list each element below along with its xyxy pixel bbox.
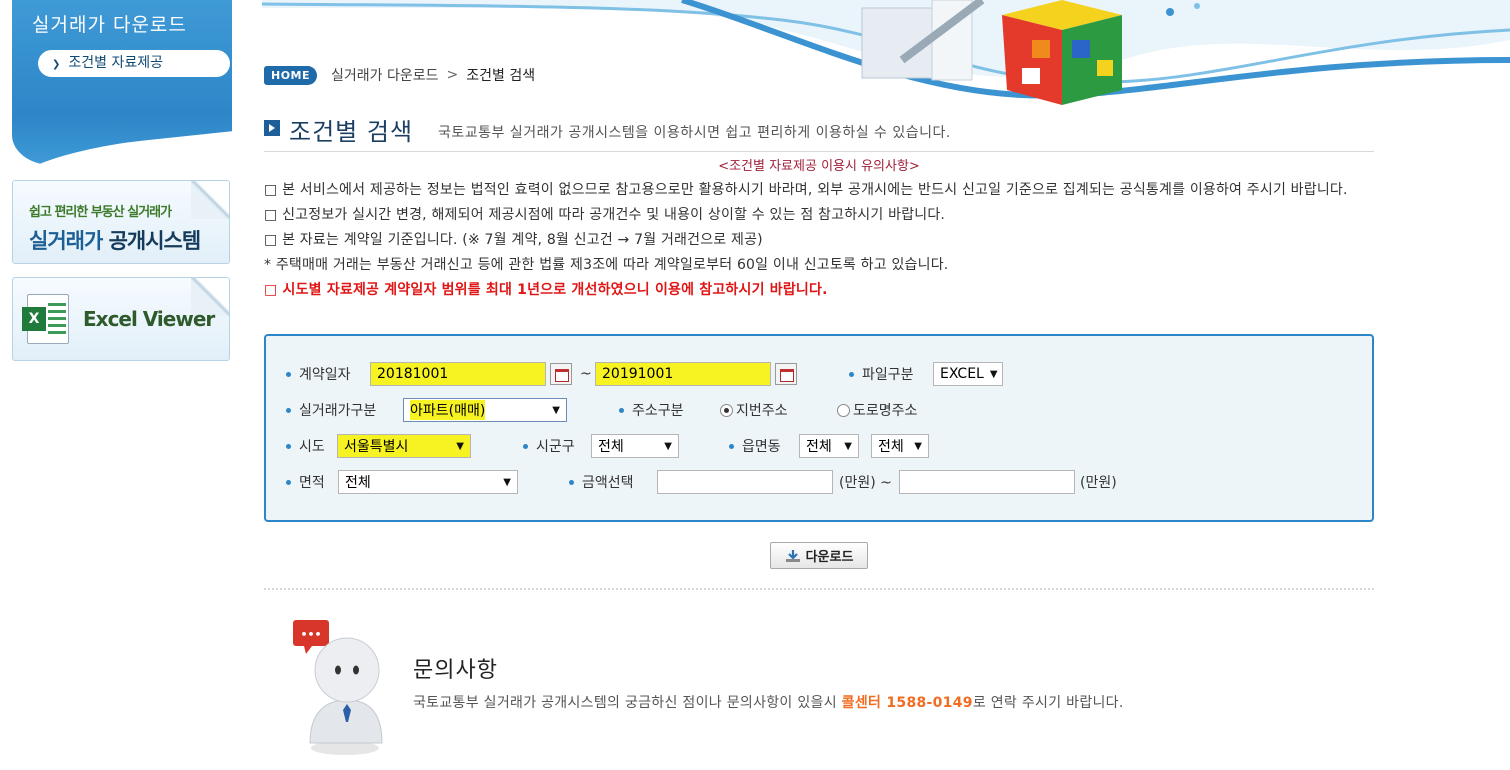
chevron-right-icon: ❯ <box>52 59 61 70</box>
bullet-icon <box>286 443 291 449</box>
sido-label: 시도 <box>286 433 325 459</box>
deal-type-select[interactable]: 아파트(매매) ▼ <box>403 398 567 422</box>
banner-title: 실거래가 공개시스템 <box>29 229 201 253</box>
dropdown-arrow-icon: ▼ <box>552 404 560 416</box>
bullet-icon <box>849 371 854 377</box>
breadcrumb-level1[interactable]: 실거래가 다운로드 <box>331 65 439 85</box>
sidebar-menu-panel: 실거래가 다운로드 ❯ 조건별 자료제공 <box>12 0 232 165</box>
ri-select[interactable]: 전체 ▼ <box>871 434 929 458</box>
dropdown-arrow-icon: ▼ <box>844 440 852 452</box>
system-banner-link[interactable]: 쉽고 편리한 부동산 실거래가 실거래가 공개시스템 <box>12 180 230 264</box>
sigungu-label: 시군구 <box>523 433 575 459</box>
form-row-date: 계약일자 20181001 ~ 20191001 파일구분 EXCEL ▼ <box>266 361 1372 387</box>
sidebar-item-label: 조건별 자료제공 <box>68 55 164 71</box>
amount-to-input[interactable] <box>899 470 1075 494</box>
amount-unit-from: (만원) ~ <box>839 475 892 491</box>
address-radio-jibun[interactable]: 지번주소 <box>720 397 788 423</box>
sido-select[interactable]: 서울특별시 ▼ <box>337 434 471 458</box>
breadcrumb-separator: > <box>446 67 459 83</box>
dropdown-arrow-icon: ▼ <box>989 368 998 380</box>
page-title: 조건별 검색 <box>289 118 414 146</box>
file-type-label: 파일구분 <box>849 361 914 387</box>
amount-label: 금액선택 <box>569 469 634 495</box>
breadcrumb: HOME 실거래가 다운로드 > 조건별 검색 <box>264 64 535 86</box>
eupmyeondong-select[interactable]: 전체 ▼ <box>799 434 859 458</box>
support-mascot-icon: ••• <box>290 618 385 758</box>
sidebar: 실거래가 다운로드 ❯ 조건별 자료제공 쉽고 편리한 부동산 실거래가 실거래가… <box>0 0 240 770</box>
sidebar-item-condition-download[interactable]: ❯ 조건별 자료제공 <box>38 50 230 77</box>
dropdown-arrow-icon: ▼ <box>664 440 672 452</box>
excel-viewer-banner-link[interactable]: X Excel Viewer <box>12 277 230 361</box>
page-description: 국토교통부 실거래가 공개시스템을 이용하시면 쉽고 편리하게 이용하실 수 있… <box>438 125 951 141</box>
bullet-icon <box>286 407 291 413</box>
radio-selected-icon[interactable] <box>720 403 733 417</box>
header-decoration <box>262 0 1510 110</box>
bullet-icon <box>729 443 734 449</box>
contact-text: 국토교통부 실거래가 공개시스템의 궁금하신 점이나 문의사항이 있을시 콜센터… <box>413 695 1124 711</box>
bullet-icon <box>286 371 291 377</box>
form-row-area-amount: 면적 전체 ▼ 금액선택 (만원) ~ (만원) <box>266 469 1372 495</box>
contact-title: 문의사항 <box>413 658 498 683</box>
notice-item: □ 본 자료는 계약일 기준입니다. (※ 7월 계약, 8월 신고건 → 7월… <box>264 232 763 248</box>
download-button[interactable]: 다운로드 <box>770 542 868 569</box>
banner-label: Excel Viewer <box>83 307 215 331</box>
breadcrumb-current: 조건별 검색 <box>466 68 536 84</box>
eupmyeondong-label: 읍면동 <box>729 433 781 459</box>
amount-unit-to: (만원) <box>1080 475 1117 491</box>
area-label: 면적 <box>286 469 325 495</box>
contract-date-label: 계약일자 <box>286 361 351 387</box>
excel-icon: X <box>22 294 69 344</box>
deal-type-label: 실거래가구분 <box>286 397 376 423</box>
dropdown-arrow-icon: ▼ <box>456 440 464 452</box>
form-row-region: 시도 서울특별시 ▼ 시군구 전체 ▼ 읍면동 전체 ▼ 전체 ▼ <box>266 433 1372 459</box>
calendar-icon[interactable] <box>550 363 572 385</box>
chat-bubble-dots: ••• <box>300 628 321 641</box>
address-radio-road[interactable]: 도로명주소 <box>837 397 917 423</box>
file-type-select[interactable]: EXCEL ▼ <box>933 362 1003 386</box>
notice-item: □ 신고정보가 실시간 변경, 해제되어 제공시점에 따라 공개건수 및 내용이… <box>264 207 946 223</box>
download-icon <box>785 549 801 563</box>
bullet-icon <box>619 407 624 413</box>
home-link[interactable]: HOME <box>264 65 318 85</box>
title-arrow-icon <box>264 120 280 136</box>
notice-item: □ 본 서비스에서 제공하는 정보는 법적인 효력이 없으므로 참고용으로만 활… <box>264 182 1348 198</box>
bullet-icon <box>286 479 291 485</box>
area-select[interactable]: 전체 ▼ <box>338 470 518 494</box>
search-form: 계약일자 20181001 ~ 20191001 파일구분 EXCEL ▼ 실거래… <box>264 334 1374 522</box>
date-from-input[interactable]: 20181001 <box>370 362 546 386</box>
building-sketch-icon <box>861 0 985 81</box>
sidebar-title: 실거래가 다운로드 <box>32 14 187 36</box>
section-divider <box>264 588 1374 590</box>
download-button-label: 다운로드 <box>805 550 854 565</box>
call-center-number: 콜센터 1588-0149 <box>841 695 973 711</box>
page-fold-icon <box>191 181 229 219</box>
bullet-icon <box>523 443 528 449</box>
bullet-icon <box>569 479 574 485</box>
banner-tagline: 쉽고 편리한 부동산 실거래가 <box>29 205 172 220</box>
calendar-icon[interactable] <box>775 363 797 385</box>
dropdown-arrow-icon: ▼ <box>503 476 511 488</box>
rubiks-cube-icon <box>1002 0 1122 105</box>
sigungu-select[interactable]: 전체 ▼ <box>591 434 679 458</box>
date-to-input[interactable]: 20191001 <box>595 362 771 386</box>
notice-list: □ 본 서비스에서 제공하는 정보는 법적인 효력이 없으므로 참고용으로만 활… <box>264 178 1374 303</box>
form-row-type: 실거래가구분 아파트(매매) ▼ 주소구분 지번주소 도로명주소 <box>266 397 1372 423</box>
notice-highlight: □ 시도별 자료제공 계약일자 범위를 최대 1년으로 개선하였으니 이용에 참… <box>264 282 828 298</box>
title-row: 조건별 검색 국토교통부 실거래가 공개시스템을 이용하시면 쉽고 편리하게 이… <box>264 112 1374 152</box>
amount-from-input[interactable] <box>657 470 833 494</box>
notice-title: <조건별 자료제공 이용시 유의사항> <box>718 159 920 174</box>
address-type-label: 주소구분 <box>619 397 684 423</box>
notice-item: * 주택매매 거래는 부동산 거래신고 등에 관한 법률 제3조에 따라 계약일… <box>264 257 949 273</box>
dropdown-arrow-icon: ▼ <box>914 440 922 452</box>
date-range-separator: ~ <box>580 366 592 382</box>
radio-icon[interactable] <box>837 403 850 417</box>
